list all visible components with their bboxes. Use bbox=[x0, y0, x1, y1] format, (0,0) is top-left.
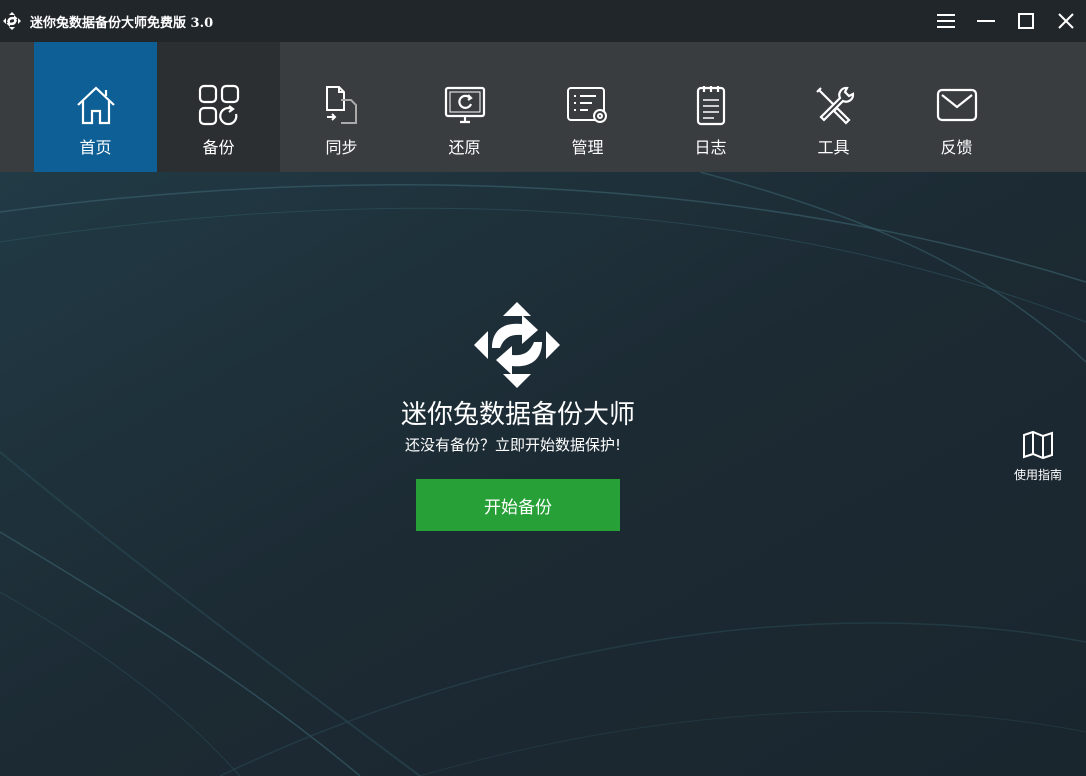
nav-label-log: 日志 bbox=[694, 138, 727, 157]
log-icon bbox=[696, 86, 725, 126]
hero-subtitle: 还没有备份？立即开始数据保护! bbox=[404, 436, 621, 454]
nav-label-feedback: 反馈 bbox=[940, 138, 973, 157]
window-title: 迷你兔数据备份大师免费版 3.0 bbox=[30, 15, 214, 31]
nav-label-restore: 还原 bbox=[448, 138, 481, 157]
app-logo-icon bbox=[3, 12, 21, 30]
nav-label-tools: 工具 bbox=[817, 138, 850, 157]
nav-item-feedback[interactable]: 反馈 bbox=[895, 42, 1018, 172]
nav-label-backup: 备份 bbox=[202, 138, 235, 157]
nav-label-manage: 管理 bbox=[571, 138, 604, 157]
background-waves bbox=[0, 172, 1086, 776]
home-icon bbox=[76, 86, 115, 125]
close-button[interactable] bbox=[1046, 0, 1086, 42]
menu-button[interactable] bbox=[926, 0, 966, 42]
minimize-icon bbox=[977, 20, 995, 22]
nav-item-restore[interactable]: 还原 bbox=[403, 42, 526, 172]
restore-icon bbox=[444, 86, 485, 124]
nav-item-backup[interactable]: 备份 bbox=[157, 42, 280, 172]
minimize-button[interactable] bbox=[966, 0, 1006, 42]
map-icon bbox=[1023, 430, 1053, 460]
nav-bar: 首页 备份 同步 还原 管理 日志 工具 反馈 bbox=[0, 42, 1086, 172]
manage-icon bbox=[566, 87, 607, 123]
nav-item-sync[interactable]: 同步 bbox=[280, 42, 403, 172]
app-logo bbox=[474, 302, 560, 388]
menu-icon bbox=[937, 14, 955, 28]
nav-item-manage[interactable]: 管理 bbox=[526, 42, 649, 172]
feedback-icon bbox=[936, 88, 977, 122]
maximize-button[interactable] bbox=[1006, 0, 1046, 42]
user-guide-label: 使用指南 bbox=[1013, 468, 1062, 482]
main-panel: 迷你兔数据备份大师 还没有备份？立即开始数据保护! 开始备份 使用指南 bbox=[0, 172, 1086, 776]
close-icon bbox=[1058, 13, 1074, 29]
sync-icon bbox=[325, 86, 357, 124]
tools-icon bbox=[815, 86, 854, 125]
nav-label-sync: 同步 bbox=[325, 138, 358, 157]
title-bar: 迷你兔数据备份大师免费版 3.0 bbox=[0, 0, 1086, 42]
backup-icon bbox=[198, 84, 239, 126]
nav-label-home: 首页 bbox=[79, 138, 112, 157]
user-guide-link[interactable]: 使用指南 bbox=[1006, 430, 1070, 483]
nav-item-log[interactable]: 日志 bbox=[649, 42, 772, 172]
hero-title: 迷你兔数据备份大师 bbox=[400, 400, 635, 430]
nav-item-home[interactable]: 首页 bbox=[34, 42, 157, 172]
maximize-icon bbox=[1018, 13, 1034, 29]
start-backup-button[interactable]: 开始备份 bbox=[416, 479, 620, 531]
nav-item-tools[interactable]: 工具 bbox=[772, 42, 895, 172]
